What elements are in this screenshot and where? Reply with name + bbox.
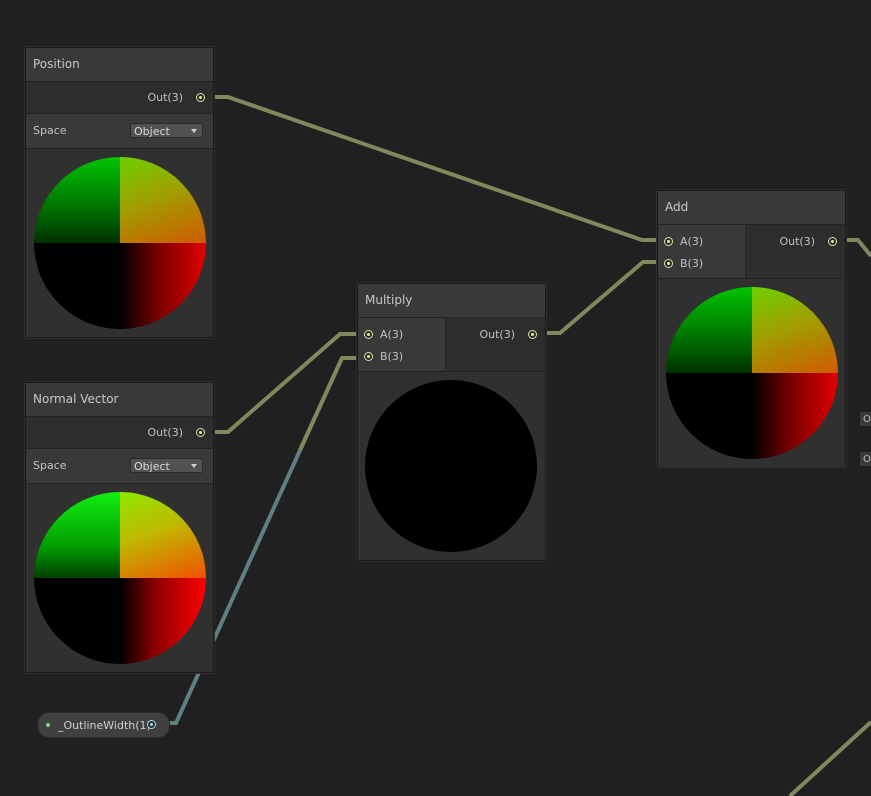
space-control: Space Object — [26, 114, 213, 149]
port-dot-icon[interactable] — [664, 259, 673, 268]
port-label: A(3) — [680, 235, 704, 248]
node-title[interactable]: Normal Vector — [26, 383, 213, 417]
dropdown-value: Object — [134, 125, 170, 138]
space-dropdown[interactable]: Object — [130, 123, 203, 138]
preview-sphere — [34, 157, 206, 329]
port-label: Out(3) — [779, 235, 815, 248]
normal-vector-node[interactable]: Normal Vector Out(3) Space Object — [25, 382, 214, 673]
node-preview — [26, 484, 213, 672]
offscreen-node-stub[interactable]: O — [859, 411, 871, 427]
node-preview — [358, 372, 545, 560]
space-label: Space — [33, 459, 67, 472]
node-title[interactable]: Position — [26, 48, 213, 82]
port-dot-icon[interactable] — [364, 330, 373, 339]
port-dot-icon[interactable] — [528, 330, 537, 339]
port-label: B(3) — [680, 257, 704, 270]
port-dot-icon[interactable] — [196, 428, 205, 437]
multiply-node[interactable]: Multiply A(3) B(3) Out(3) — [357, 283, 546, 561]
node-title[interactable]: Add — [658, 191, 845, 225]
node-ports: Out(3) — [26, 82, 213, 114]
add-node[interactable]: Add A(3) B(3) Out(3) — [657, 190, 846, 467]
node-preview — [26, 149, 213, 337]
port-dot-icon[interactable] — [196, 93, 205, 102]
space-control: Space Object — [26, 449, 213, 484]
node-ports: A(3) B(3) Out(3) — [358, 318, 545, 372]
preview-sphere — [34, 492, 206, 664]
port-label: B(3) — [380, 350, 404, 363]
offscreen-node-stub[interactable]: O — [859, 451, 871, 467]
property-indicator-icon — [46, 723, 50, 727]
port-label: Out(3) — [147, 91, 183, 104]
outline-width-property-node[interactable]: _OutlineWidth(1) — [37, 712, 170, 738]
node-title[interactable]: Multiply — [358, 284, 545, 318]
preview-sphere — [666, 287, 838, 459]
wire-position-to-add-a[interactable] — [201, 95, 660, 242]
port-label: Out(3) — [147, 426, 183, 439]
node-preview — [658, 279, 845, 467]
port-dot-icon[interactable] — [147, 720, 156, 729]
port-dot-icon[interactable] — [664, 237, 673, 246]
preview-sphere — [365, 380, 537, 552]
space-dropdown[interactable]: Object — [130, 458, 203, 473]
dropdown-caret-icon — [191, 129, 197, 133]
node-ports: A(3) B(3) Out(3) — [658, 225, 845, 279]
port-dot-icon[interactable] — [828, 237, 837, 246]
dropdown-value: Object — [134, 460, 170, 473]
property-label: _OutlineWidth(1) — [58, 719, 151, 732]
wire-multiply-to-add-b[interactable] — [533, 260, 660, 335]
wire-normal-to-multiply-a[interactable] — [201, 332, 367, 434]
dropdown-caret-icon — [191, 464, 197, 468]
node-ports: Out(3) — [26, 417, 213, 449]
port-dot-icon[interactable] — [364, 352, 373, 361]
port-label: Out(3) — [479, 328, 515, 341]
wire-offscreen-bottom[interactable] — [788, 720, 871, 796]
space-label: Space — [33, 124, 67, 137]
port-label: A(3) — [380, 328, 404, 341]
position-node[interactable]: Position Out(3) Space Object — [25, 47, 214, 338]
